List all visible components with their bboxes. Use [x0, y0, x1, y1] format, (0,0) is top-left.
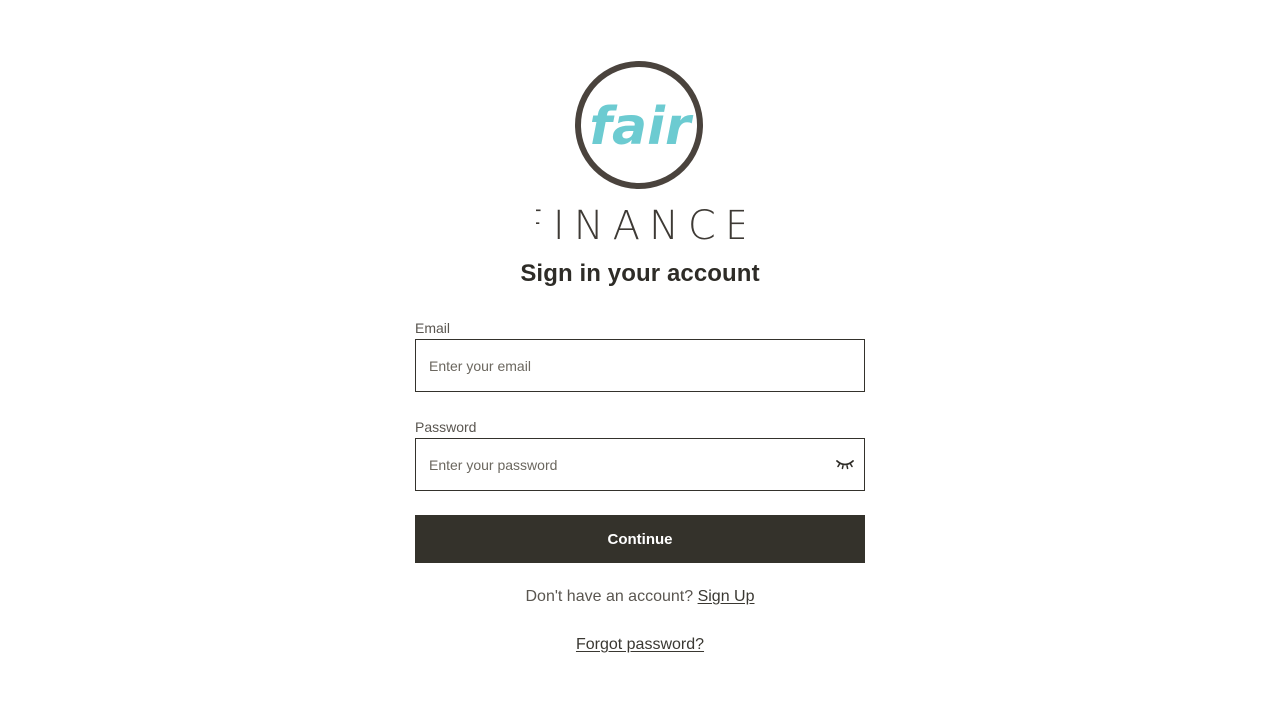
fair-finance-logo-graphic: fair FINANCE [536, 61, 744, 244]
svg-text:fair: fair [589, 97, 694, 157]
email-field[interactable] [415, 339, 865, 392]
eye-closed-icon[interactable] [835, 455, 855, 473]
continue-button[interactable]: Continue [415, 515, 865, 563]
password-field[interactable] [415, 438, 865, 491]
fair-finance-logo: fair FINANCE [536, 58, 744, 244]
signup-prompt-line: Don't have an account? Sign Up [0, 588, 1280, 606]
email-label: Email [415, 320, 451, 336]
forgot-password-line: Forgot password? [0, 636, 1280, 654]
password-label: Password [415, 419, 477, 435]
signup-prompt-text: Don't have an account? [525, 588, 694, 605]
page-title: Sign in your account [520, 260, 760, 287]
svg-text:FINANCE: FINANCE [536, 203, 744, 244]
sign-in-page: fair FINANCE Sign in your account Email … [0, 0, 1280, 720]
forgot-password-link[interactable]: Forgot password? [576, 636, 704, 653]
sign-up-link[interactable]: Sign Up [698, 588, 755, 605]
